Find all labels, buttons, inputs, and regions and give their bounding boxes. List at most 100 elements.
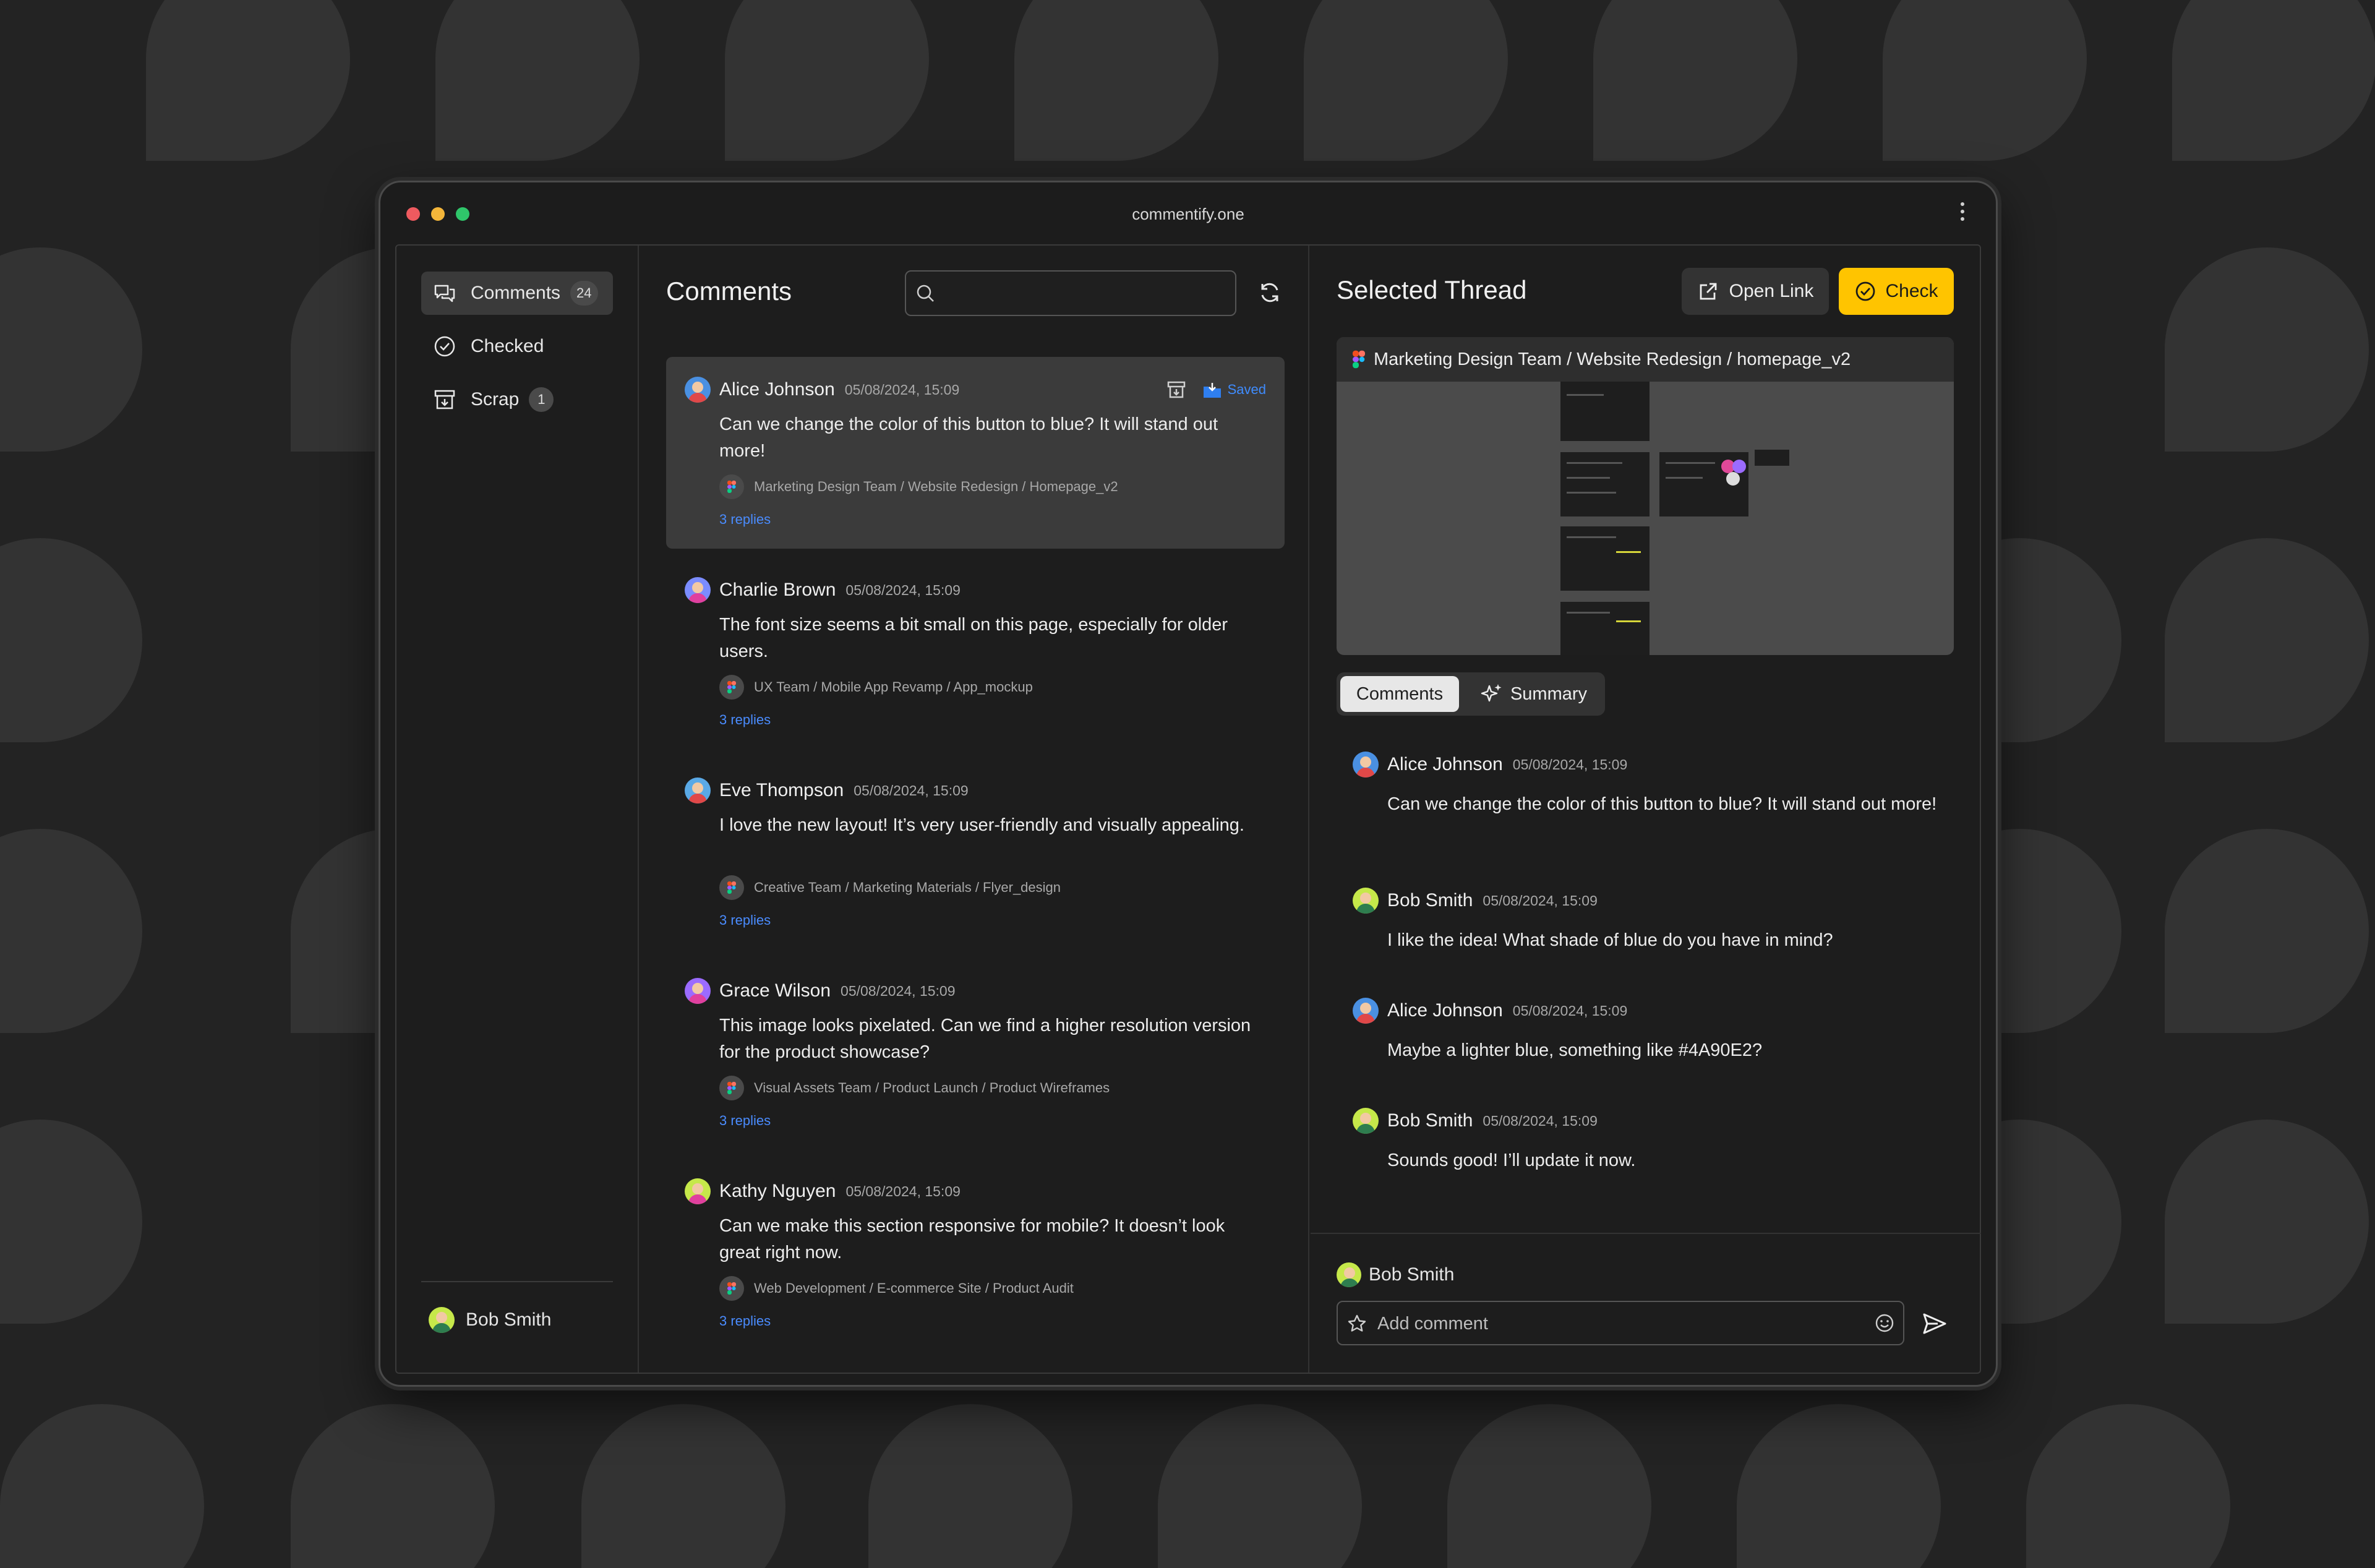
comment-timestamp: 05/08/2024, 15:09 — [845, 581, 961, 598]
emoji-icon[interactable] — [1873, 1312, 1896, 1334]
figma-icon — [719, 675, 744, 700]
file-path: UX Team / Mobile App Revamp / App_mockup — [754, 679, 1033, 695]
avatar — [685, 377, 711, 403]
thread-title: Selected Thread — [1337, 275, 1527, 304]
comments-icon — [434, 285, 455, 302]
comment-author: Alice Johnson — [719, 379, 835, 400]
reply-text: Sounds good! I’ll update it now. — [1387, 1150, 1636, 1170]
comment-text: Can we make this section responsive for … — [719, 1216, 1225, 1262]
replies-link[interactable]: 3 replies — [719, 1113, 771, 1129]
saved-label: Saved — [1227, 382, 1266, 397]
avatar — [685, 1178, 711, 1204]
comment-text: Can we change the color of this button t… — [719, 414, 1218, 461]
archive-icon[interactable] — [1166, 379, 1187, 400]
list-item[interactable]: Alice Johnson 05/08/2024, 15:09 Saved Ca… — [666, 357, 1285, 549]
comment-text: The font size seems a bit small on this … — [719, 615, 1228, 661]
sparkle-icon — [1481, 684, 1502, 702]
list-item[interactable]: Grace Wilson 05/08/2024, 15:09 This imag… — [666, 958, 1285, 1150]
composer-user-name: Bob Smith — [1369, 1264, 1455, 1285]
sidebar-item-label: Checked — [471, 336, 544, 356]
comment-text: I love the new layout! It’s very user-fr… — [719, 815, 1244, 835]
canvas-frame — [1560, 382, 1650, 441]
reply-author: Alice Johnson — [1387, 1000, 1503, 1021]
reply-timestamp: 05/08/2024, 15:09 — [1483, 1112, 1598, 1129]
search-input[interactable] — [905, 270, 1236, 316]
reply-text: Can we change the color of this button t… — [1387, 794, 1937, 814]
thread-reply: Bob Smith 05/08/2024, 15:09 I like the i… — [1353, 888, 1946, 954]
comment-author: Grace Wilson — [719, 980, 831, 1001]
comments-count-badge: 24 — [570, 281, 598, 306]
star-icon[interactable] — [1346, 1313, 1367, 1334]
file-path: Marketing Design Team / Website Redesign… — [754, 479, 1118, 494]
avatar — [685, 978, 711, 1004]
search-icon — [917, 285, 934, 302]
canvas-frame — [1560, 526, 1650, 591]
canvas-frame — [1560, 602, 1650, 655]
comment-timestamp: 05/08/2024, 15:09 — [845, 1183, 961, 1199]
open-link-button[interactable]: Open Link — [1682, 268, 1829, 315]
current-user[interactable]: Bob Smith — [429, 1307, 551, 1333]
more-options-icon[interactable] — [1960, 202, 1965, 225]
app-frame: Comments 24 Checked Scrap 1 Bob Smith Co… — [395, 244, 1981, 1374]
file-path: Web Development / E-commerce Site / Prod… — [754, 1280, 1074, 1296]
browser-window: commentify.one Comments 24 Checked Scrap… — [379, 181, 1998, 1387]
comment-input[interactable]: Add comment — [1337, 1301, 1904, 1345]
replies-link[interactable]: 3 replies — [719, 912, 771, 928]
list-item[interactable]: Kathy Nguyen 05/08/2024, 15:09 Can we ma… — [666, 1159, 1285, 1350]
figma-icon — [719, 1276, 744, 1301]
sidebar-item-scrap[interactable]: Scrap 1 — [421, 378, 613, 421]
figma-icon — [719, 1076, 744, 1100]
avatar — [685, 577, 711, 603]
saved-status[interactable]: Saved — [1202, 380, 1266, 399]
sidebar-item-comments[interactable]: Comments 24 — [421, 272, 613, 315]
comment-author: Kathy Nguyen — [719, 1181, 836, 1201]
replies-link[interactable]: 3 replies — [719, 712, 771, 728]
comment-placeholder: Add comment — [1377, 1314, 1488, 1334]
canvas-frame — [1755, 450, 1789, 466]
send-icon[interactable] — [1920, 1309, 1949, 1338]
avatar — [1353, 1108, 1379, 1134]
comment-author: Eve Thompson — [719, 780, 844, 800]
check-circle-icon — [434, 336, 455, 357]
open-link-label: Open Link — [1729, 281, 1814, 301]
file-path: Visual Assets Team / Product Launch / Pr… — [754, 1080, 1110, 1095]
reply-timestamp: 05/08/2024, 15:09 — [1512, 756, 1628, 773]
composer-user: Bob Smith — [1337, 1262, 1454, 1287]
tab-summary[interactable]: Summary — [1466, 676, 1600, 712]
check-label: Check — [1885, 281, 1938, 301]
scrap-count-badge: 1 — [529, 387, 554, 412]
check-button[interactable]: Check — [1839, 268, 1954, 315]
comments-list-panel: Comments Alice Johnson 05/08/2024, 15:09… — [640, 246, 1309, 1373]
list-item[interactable]: Charlie Brown 05/08/2024, 15:09 The font… — [666, 557, 1285, 749]
comment-timestamp: 05/08/2024, 15:09 — [844, 381, 960, 398]
file-path: Creative Team / Marketing Materials / Fl… — [754, 880, 1061, 895]
tab-summary-label: Summary — [1510, 683, 1588, 704]
thread-tabs: Comments Summary — [1337, 672, 1605, 716]
design-preview[interactable]: Marketing Design Team / Website Redesign… — [1337, 337, 1954, 655]
comment-timestamp: 05/08/2024, 15:09 — [841, 982, 956, 999]
avatar — [1337, 1262, 1361, 1287]
preview-path: Marketing Design Team / Website Redesign… — [1374, 349, 1851, 369]
reply-author: Bob Smith — [1387, 1110, 1473, 1131]
thread-reply: Alice Johnson 05/08/2024, 15:09 Maybe a … — [1353, 998, 1946, 1064]
comment-text: This image looks pixelated. Can we find … — [719, 1016, 1251, 1062]
figma-icon — [719, 474, 744, 499]
avatar — [1353, 998, 1379, 1024]
thread-reply: Alice Johnson 05/08/2024, 15:09 Can we c… — [1353, 752, 1946, 818]
sidebar-divider — [421, 1281, 613, 1282]
thread-reply: Bob Smith 05/08/2024, 15:09 Sounds good!… — [1353, 1108, 1946, 1174]
list-item[interactable]: Eve Thompson 05/08/2024, 15:09 I love th… — [666, 758, 1285, 949]
canvas-frame — [1560, 452, 1650, 516]
thread-panel: Selected Thread Open Link Check Marketin… — [1311, 246, 1981, 1373]
reply-author: Bob Smith — [1387, 890, 1473, 910]
replies-link[interactable]: 3 replies — [719, 512, 771, 528]
sidebar-item-checked[interactable]: Checked — [421, 325, 613, 368]
figma-icon — [719, 875, 744, 900]
reply-text: I like the idea! What shade of blue do y… — [1387, 930, 1833, 950]
sidebar: Comments 24 Checked Scrap 1 Bob Smith — [396, 246, 639, 1373]
tab-comments[interactable]: Comments — [1340, 676, 1459, 712]
reply-timestamp: 05/08/2024, 15:09 — [1512, 1002, 1628, 1019]
comment-author: Charlie Brown — [719, 580, 836, 600]
refresh-icon[interactable] — [1256, 279, 1283, 306]
replies-link[interactable]: 3 replies — [719, 1313, 771, 1329]
